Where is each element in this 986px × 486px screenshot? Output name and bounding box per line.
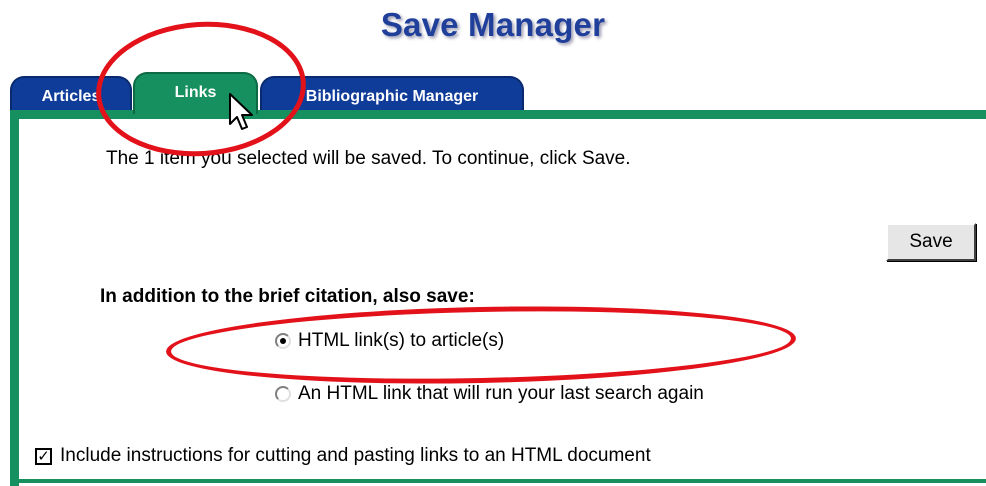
include-instructions-label: Include instructions for cutting and pas… (60, 445, 651, 466)
tab-articles[interactable]: Articles (10, 76, 132, 112)
save-manager-page: Save Manager Articles Links Bibliographi… (0, 0, 986, 486)
include-instructions-checkbox[interactable]: ✓ (35, 447, 52, 465)
mouse-pointer-icon (229, 93, 253, 130)
radio-option-label: HTML link(s) to article(s) (298, 330, 505, 351)
also-save-heading: In addition to the brief citation, also … (100, 286, 475, 307)
radio-option-html-links[interactable]: HTML link(s) to article(s) (275, 330, 504, 352)
panel-divider (10, 479, 986, 483)
radio-option-rerun-search[interactable]: An HTML link that will run your last sea… (275, 383, 704, 405)
save-button[interactable]: Save (886, 223, 976, 261)
page-title: Save Manager (380, 6, 606, 43)
include-instructions-option[interactable]: ✓ Include instructions for cutting and p… (35, 445, 651, 467)
tab-bibliographic-manager[interactable]: Bibliographic Manager (260, 76, 524, 112)
radio-button-checked[interactable] (275, 333, 291, 349)
selection-info-text: The 1 item you selected will be saved. T… (106, 148, 631, 169)
radio-option-label: An HTML link that will run your last sea… (298, 383, 704, 404)
radio-button-unchecked[interactable] (275, 386, 291, 402)
